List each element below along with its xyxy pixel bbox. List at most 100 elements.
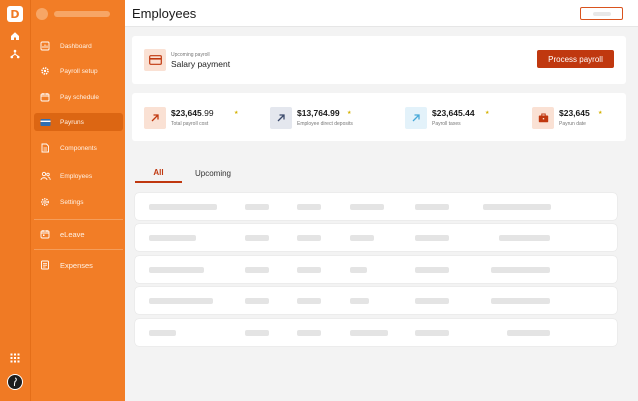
sidebar-item-label: Dashboard [60, 42, 92, 50]
cell-placeholder [350, 235, 374, 241]
sidebar-item-eleave[interactable]: eLeave [34, 225, 123, 243]
star-icon: ★ [234, 110, 239, 116]
cell-placeholder [350, 204, 384, 210]
app-logo[interactable]: D [7, 6, 23, 22]
sidebar-divider [34, 249, 123, 250]
sidebar-item-payruns[interactable]: Payruns [34, 113, 123, 131]
document-icon [39, 142, 51, 154]
cell-placeholder [245, 298, 269, 304]
stat-employee-direct-deposits: $13,764.99 ★ Employee direct deposits [270, 106, 390, 130]
sidebar-item-pay-schedule[interactable]: Pay schedule [34, 88, 123, 106]
cell-placeholder [245, 330, 269, 336]
sidebar-item-expenses[interactable]: Expenses [34, 256, 123, 274]
table-row[interactable] [135, 193, 617, 220]
cell-placeholder [415, 267, 449, 273]
cell-placeholder [297, 330, 321, 336]
stat-value: $13,764.99 [297, 108, 340, 118]
gear-icon [39, 65, 51, 77]
stat-total-payroll-cost: $23,645.99 ★ Total payroll cost [144, 106, 254, 130]
org-chart-icon[interactable] [8, 47, 22, 61]
sidebar-item-payroll-setup[interactable]: Payroll setup [34, 62, 123, 80]
cell-placeholder [149, 235, 196, 241]
user-avatar[interactable] [7, 374, 23, 390]
cell-placeholder [491, 298, 550, 304]
sidebar-divider [34, 219, 123, 220]
payroll-stats-card: $23,645.99 ★ Total payroll cost $13,764.… [132, 93, 626, 141]
stat-payroll-taxes: $23,645.44 ★ Payroll taxes [405, 106, 515, 130]
dashboard-icon [39, 40, 51, 52]
leave-calendar-icon [39, 228, 51, 240]
cell-placeholder [350, 298, 369, 304]
table-row[interactable] [135, 224, 617, 251]
workspace-avatar[interactable] [36, 8, 48, 20]
cell-placeholder [491, 267, 550, 273]
cell-placeholder [415, 298, 449, 304]
tab-upcoming[interactable]: Upcoming [182, 163, 244, 183]
cell-placeholder [297, 204, 321, 210]
home-icon[interactable] [8, 29, 22, 43]
tab-all[interactable]: All [135, 163, 182, 183]
header-action-button[interactable] [580, 7, 623, 20]
process-payroll-button[interactable]: Process payroll [537, 50, 614, 68]
cell-placeholder [415, 204, 449, 210]
cell-placeholder [245, 204, 269, 210]
people-icon [39, 170, 51, 182]
page-title: Employees [132, 6, 197, 21]
cell-placeholder [483, 204, 551, 210]
apps-grid-icon[interactable] [8, 351, 22, 365]
cell-placeholder [415, 235, 449, 241]
payroll-title: Salary payment [171, 59, 231, 69]
table-row[interactable] [135, 319, 617, 346]
cell-placeholder [149, 298, 213, 304]
page-header: Employees [125, 0, 638, 27]
cell-placeholder [415, 330, 449, 336]
stat-payrun-date: $23,645 ★ Payrun date [532, 106, 622, 130]
workspace-name-placeholder[interactable] [54, 11, 110, 17]
stat-label: Payroll taxes [432, 121, 461, 127]
sidebar-item-label: Employees [60, 172, 93, 180]
star-icon: ★ [347, 110, 352, 116]
briefcase-icon [532, 107, 554, 129]
cell-placeholder [350, 330, 388, 336]
sidebar-item-employees[interactable]: Employees [34, 167, 123, 185]
app-rail: D [0, 0, 30, 401]
table-row[interactable] [135, 287, 617, 314]
cell-placeholder [245, 267, 269, 273]
cell-placeholder [297, 235, 321, 241]
sidebar-item-label: Payroll setup [60, 67, 98, 75]
upcoming-payroll-card: Upcoming payroll Salary payment Process … [132, 36, 626, 84]
arrow-up-right-icon [144, 107, 166, 129]
cell-placeholder [297, 298, 321, 304]
sidebar-item-settings[interactable]: Settings [34, 193, 123, 211]
payroll-subtitle: Upcoming payroll [171, 52, 210, 58]
sidebar-item-components[interactable]: Components [34, 139, 123, 157]
sidebar-item-label: eLeave [60, 229, 85, 239]
button-label-placeholder [593, 12, 611, 16]
cell-placeholder [297, 267, 321, 273]
sidebar-item-label: Payruns [60, 118, 84, 126]
star-icon: ★ [485, 110, 490, 116]
cell-placeholder [245, 235, 269, 241]
cell-placeholder [499, 235, 550, 241]
stat-value: $23,645.44 [432, 108, 475, 118]
cell-placeholder [149, 204, 217, 210]
sidebar-item-label: Components [60, 144, 97, 152]
sidebar-item-dashboard[interactable]: Dashboard [34, 37, 123, 55]
sidebar-item-label: Pay schedule [60, 93, 100, 101]
cell-placeholder [149, 330, 176, 336]
stat-label: Total payroll cost [171, 121, 209, 127]
table-row[interactable] [135, 256, 617, 283]
calendar-icon [39, 91, 51, 103]
settings-icon [39, 196, 51, 208]
sidebar: Dashboard Payroll setup Pay schedule Pay… [30, 0, 125, 401]
arrow-up-right-icon [405, 107, 427, 129]
credit-card-icon [144, 49, 166, 71]
stat-label: Payrun date [559, 121, 586, 127]
receipt-icon [39, 259, 51, 271]
payrun-card-icon [39, 116, 51, 128]
sidebar-item-label: Settings [60, 198, 84, 206]
cell-placeholder [507, 330, 550, 336]
cell-placeholder [149, 267, 204, 273]
logo-letter: D [10, 7, 20, 21]
stat-label: Employee direct deposits [297, 121, 353, 127]
